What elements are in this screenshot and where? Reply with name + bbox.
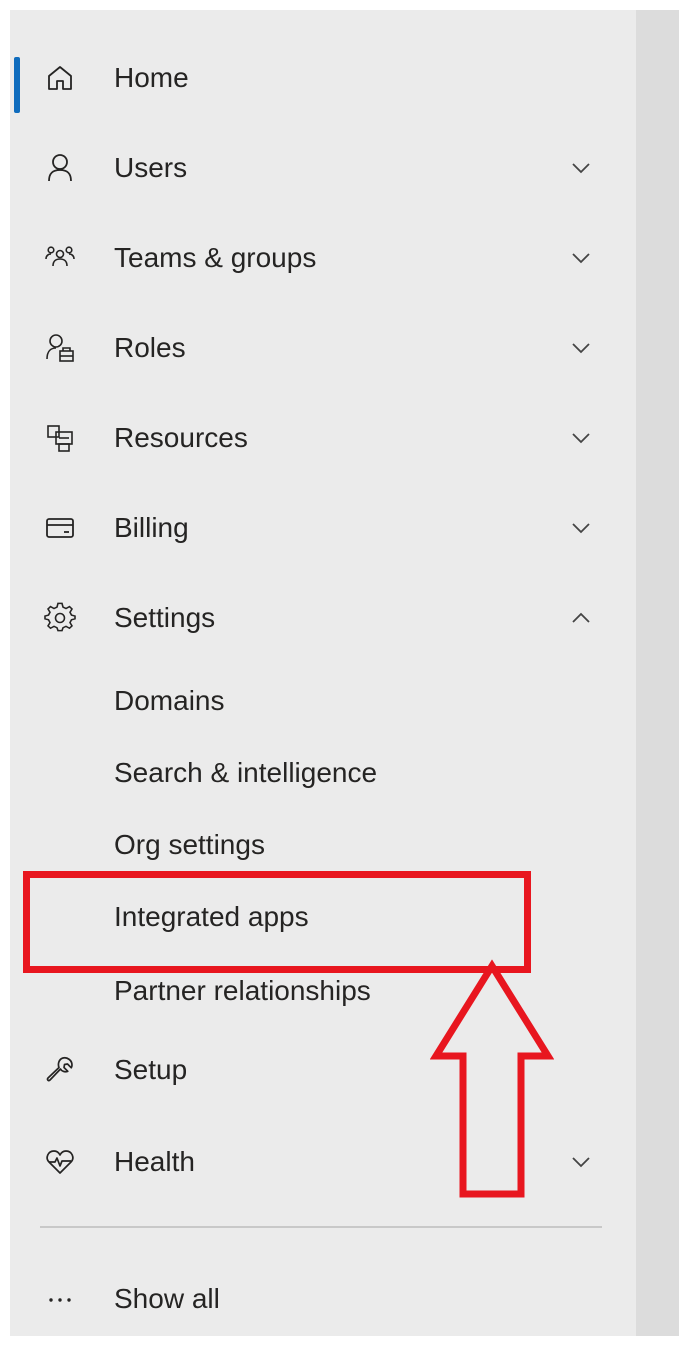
chevron-down-icon[interactable] [566, 153, 596, 183]
subnav-label: Domains [114, 685, 225, 716]
nav-label-roles: Roles [114, 332, 186, 363]
chevron-down-icon[interactable] [566, 1147, 596, 1177]
nav-item-users[interactable]: Users [10, 128, 636, 208]
gear-icon [40, 598, 80, 638]
chevron-up-icon[interactable] [566, 603, 596, 633]
subnav-label: Search & intelligence [114, 757, 378, 788]
chevron-down-icon[interactable] [566, 333, 596, 363]
nav-item-home[interactable]: Home [10, 38, 636, 118]
home-icon [40, 58, 80, 98]
credit-card-icon [40, 508, 80, 548]
nav-label-teams-groups: Teams & groups [114, 242, 317, 273]
content-edge [636, 10, 679, 1336]
user-icon [40, 148, 80, 188]
arrow-up-annotation [430, 959, 554, 1198]
nav-label-home: Home [114, 62, 189, 93]
nav-item-resources[interactable]: Resources [10, 398, 636, 478]
nav-item-settings[interactable]: Settings [10, 578, 636, 658]
nav-label-settings: Settings [114, 602, 216, 633]
subnav-item-domains[interactable]: Domains [10, 668, 636, 734]
show-all-button[interactable]: Show all [10, 1259, 636, 1339]
people-group-icon [40, 238, 80, 278]
nav-divider [40, 1226, 602, 1228]
nav-label-health: Health [114, 1146, 195, 1177]
subnav-label: Org settings [114, 829, 265, 860]
subnav-item-org-settings[interactable]: Org settings [10, 812, 636, 878]
nav-label-resources: Resources [114, 422, 248, 453]
subnav-label: Partner relationships [114, 975, 371, 1006]
nav-label-users: Users [114, 152, 188, 183]
resources-icon [40, 418, 80, 458]
nav-item-roles[interactable]: Roles [10, 308, 636, 388]
wrench-icon [40, 1050, 80, 1090]
nav-item-billing[interactable]: Billing [10, 488, 636, 568]
more-horizontal-icon [40, 1279, 80, 1319]
nav-label-billing: Billing [114, 512, 189, 543]
nav-item-teams-groups[interactable]: Teams & groups [10, 218, 636, 298]
chevron-down-icon[interactable] [566, 423, 596, 453]
chevron-down-icon[interactable] [566, 243, 596, 273]
subnav-item-search-intelligence[interactable]: Search & intelligence [10, 740, 636, 806]
nav-label-setup: Setup [114, 1054, 188, 1085]
heart-pulse-icon [40, 1142, 80, 1182]
person-badge-icon [40, 328, 80, 368]
chevron-down-icon[interactable] [566, 513, 596, 543]
show-all-label: Show all [114, 1283, 220, 1314]
